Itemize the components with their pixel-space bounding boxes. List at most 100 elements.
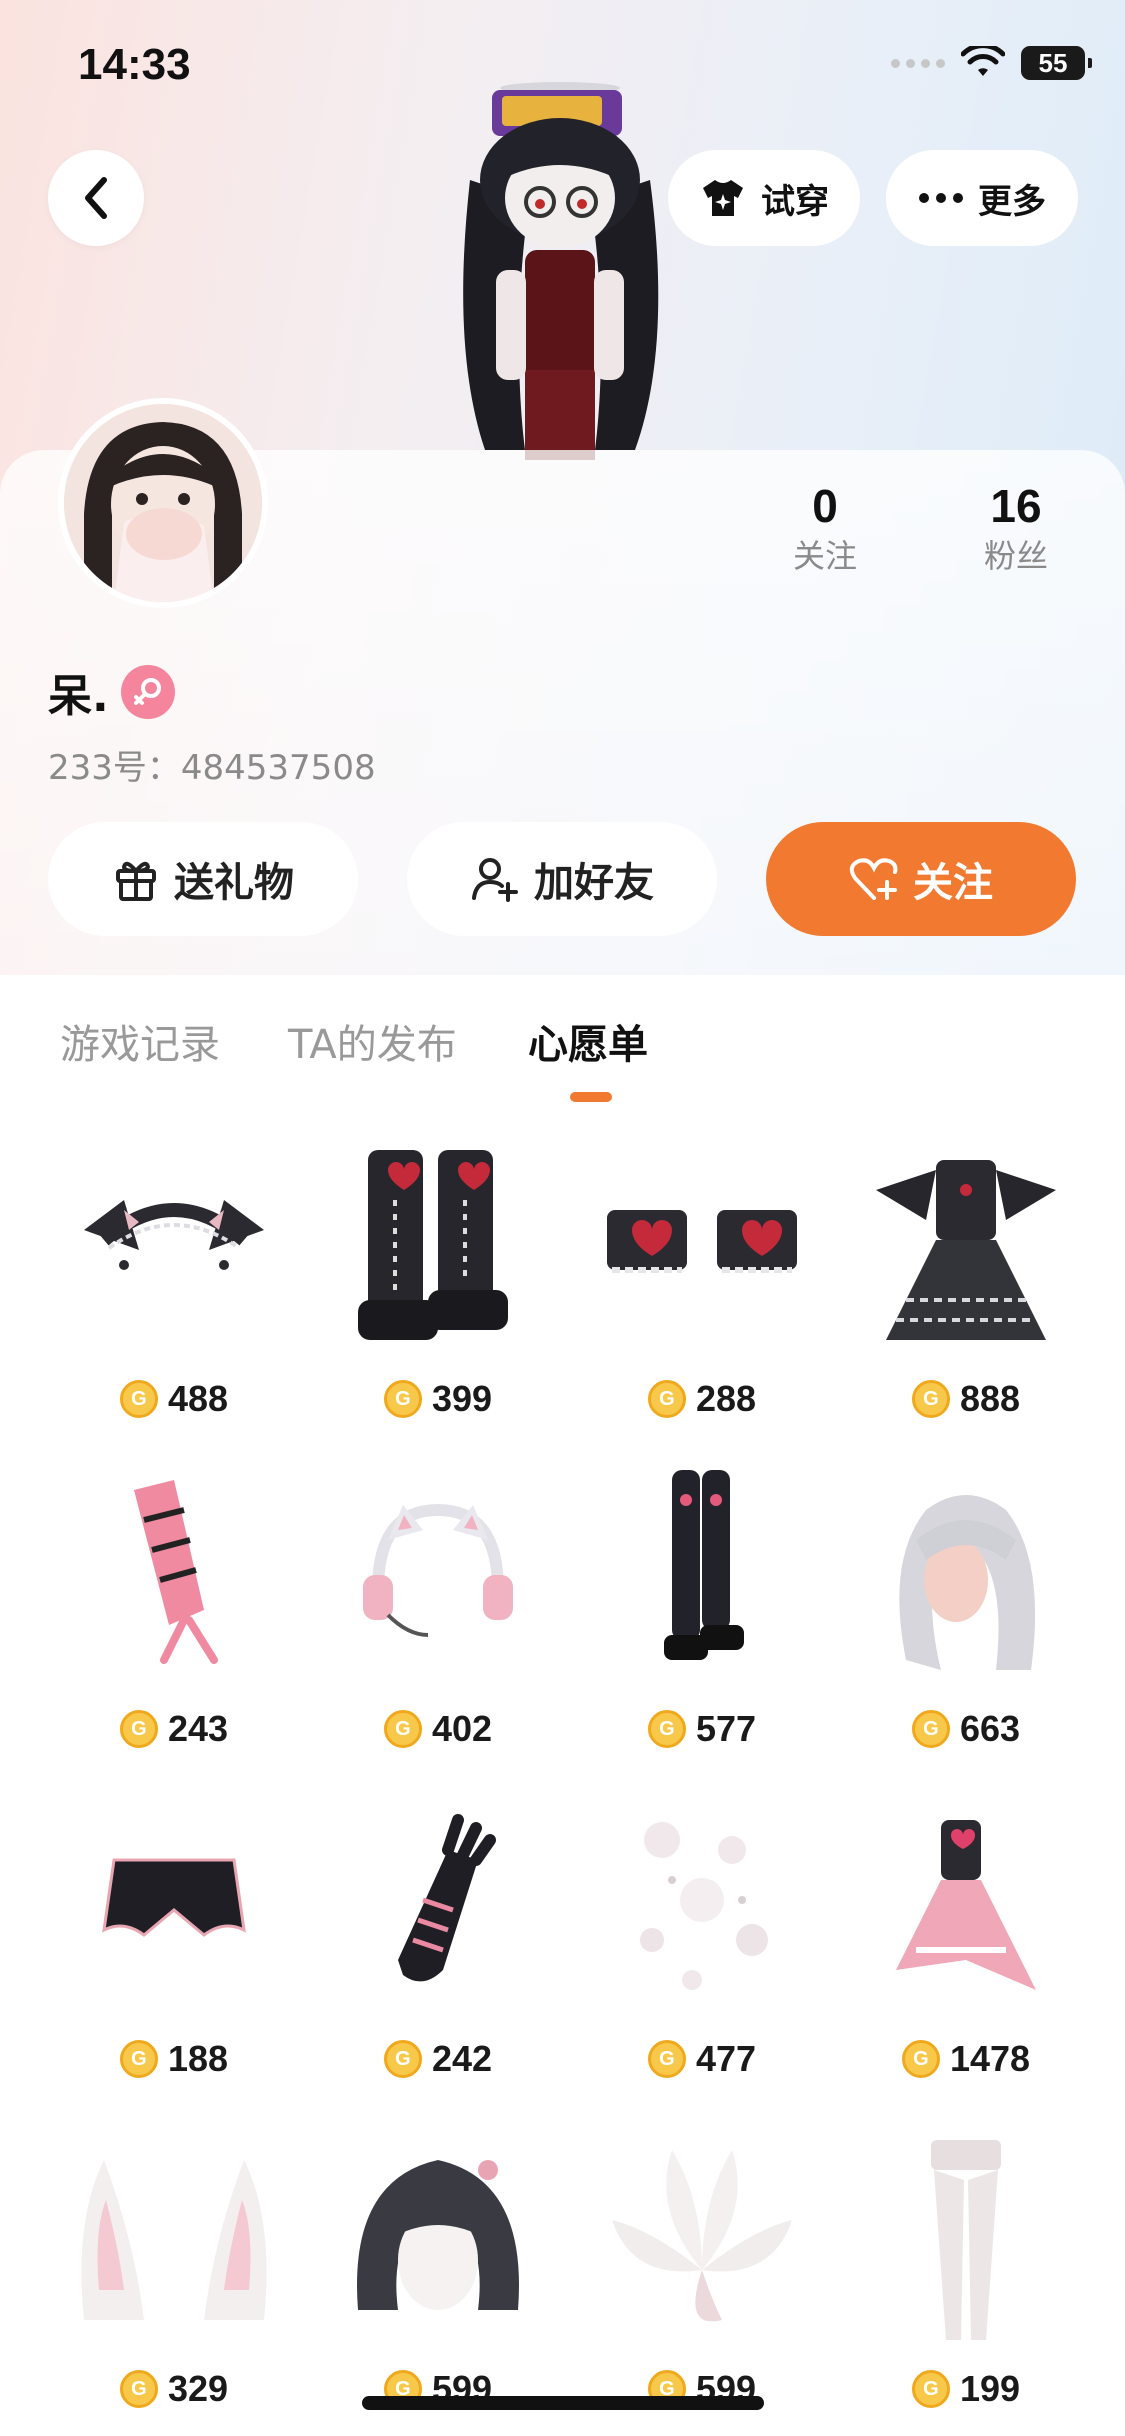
item-price: G 243 [42,1708,306,1750]
stat-fans-value: 16 [990,480,1042,532]
stat-fans-label: 粉丝 [983,537,1048,575]
silver-long-hair-thumb [899,1495,1036,1670]
stat-fans[interactable]: 16 粉丝 [946,478,1086,578]
back-button[interactable] [48,150,144,246]
gift-icon [116,861,156,901]
wishlist-item[interactable]: G 1478 [834,1780,1098,2110]
item-price: G 402 [306,1708,570,1750]
status-time: 14:33 [78,40,191,89]
coin-icon: G [119,1380,158,1418]
coin-icon: G [647,2040,686,2078]
thigh-high-boots-thumb [664,1470,744,1660]
wishlist-item[interactable]: G 888 [834,1120,1098,1450]
wishlist-item[interactable]: G 477 [570,1780,834,2110]
wishlist-item[interactable]: G 577 [570,1450,834,1780]
wishlist-item[interactable]: G 599 [306,2110,570,2436]
wishlist-item[interactable]: G 663 [834,1450,1098,1780]
try-on-label: 试穿 [761,181,829,222]
wishlist-item[interactable]: G 242 [306,1780,570,2110]
user-id: 233号：484537508 [48,748,376,788]
price-value: 888 [959,1378,1021,1419]
wishlist-item[interactable]: G 243 [42,1450,306,1780]
add-friend-button[interactable]: 加好友 [407,822,717,936]
wishlist-item[interactable]: G 188 [42,1780,306,2110]
avatar-photo [64,404,262,602]
ellipsis-icon [919,193,963,203]
cat-ear-headband-thumb [84,1200,264,1270]
item-price: G 188 [42,2038,306,2080]
coin-icon: G [901,2040,940,2078]
coin-icon: G [119,2370,158,2408]
heart-plus-icon [849,858,898,900]
price-value: 243 [167,1708,229,1749]
white-fox-tails-thumb [612,2150,792,2322]
price-value: 663 [959,1708,1021,1749]
follow-label: 关注 [913,860,993,906]
coin-icon: G [383,1380,422,1418]
chevron-left-icon [85,177,107,219]
platform-boots-thumb [358,1150,508,1340]
gothic-dress-thumb [876,1160,1056,1340]
item-price: G 399 [306,1378,570,1420]
coin-icon: G [383,1710,422,1748]
stat-following-label: 关注 [792,537,857,575]
coin-icon: G [647,1380,686,1418]
price-value: 329 [167,2368,229,2409]
coin-icon: G [911,1380,950,1418]
wishlist-item[interactable]: G 402 [306,1450,570,1780]
item-price: G 477 [570,2038,834,2080]
coin-icon: G [911,2370,950,2408]
item-price: G 888 [834,1378,1098,1420]
wishlist-item[interactable]: G 599 [570,2110,834,2436]
tab-game-records[interactable]: 游戏记录 [60,1012,220,1070]
more-button[interactable]: 更多 [886,150,1078,246]
wishlist-item[interactable]: G 329 [42,2110,306,2436]
nickname: 呆. [48,671,109,722]
follow-button[interactable]: 关注 [766,822,1076,936]
wishlist-item[interactable]: G 399 [306,1120,570,1450]
item-price: G 199 [834,2368,1098,2410]
try-on-button[interactable]: 试穿 [668,150,860,246]
price-value: 577 [695,1708,757,1749]
status-icons: 55 [891,46,1092,80]
sparkle-effect-thumb [640,1822,768,1990]
item-price: G 663 [834,1708,1098,1750]
shirt-sparkle-icon [703,180,743,216]
black-bob-hair-thumb [357,2160,519,2310]
black-shorts-thumb [102,1858,246,1937]
send-gift-label: 送礼物 [174,860,294,906]
price-value: 199 [959,2368,1021,2409]
cat-ear-headphones-thumb [363,1503,513,1637]
item-price: G 242 [306,2038,570,2080]
coin-icon: G [119,2040,158,2078]
status-bar: 14:33 55 [0,0,1125,130]
home-indicator[interactable] [362,2396,764,2410]
price-value: 288 [695,1378,757,1419]
tab-wishlist[interactable]: 心愿单 [528,1012,648,1070]
price-value: 488 [167,1378,229,1419]
price-value: 402 [431,1708,493,1749]
add-friend-label: 加好友 [534,860,654,906]
price-value: 242 [431,2038,493,2079]
cellular-signal-icon [891,58,945,68]
wishlist-item[interactable]: G 199 [834,2110,1098,2436]
coin-icon: G [119,1710,158,1748]
pink-idol-dress-thumb [896,1820,1036,1990]
wifi-icon [961,46,1005,76]
wishlist-item[interactable]: G 288 [570,1120,834,1450]
more-label: 更多 [978,181,1046,222]
white-fox-ears-thumb [81,2160,267,2320]
avatar[interactable] [58,398,268,608]
stat-following[interactable]: 0 关注 [755,478,895,578]
wishlist-item[interactable]: G 488 [42,1120,306,1450]
tab-active-indicator [570,1092,612,1102]
heart-bow-cuffs-thumb [607,1210,797,1273]
send-gift-button[interactable]: 送礼物 [48,822,358,936]
item-price: G 329 [42,2368,306,2410]
tab-posts[interactable]: TA的发布 [288,1012,457,1070]
lace-up-glove-thumb [398,1814,496,1982]
coin-icon: G [911,1710,950,1748]
stat-following-value: 0 [812,480,838,532]
battery-icon: 55 [1021,46,1092,80]
white-tights-thumb [931,2140,1001,2340]
